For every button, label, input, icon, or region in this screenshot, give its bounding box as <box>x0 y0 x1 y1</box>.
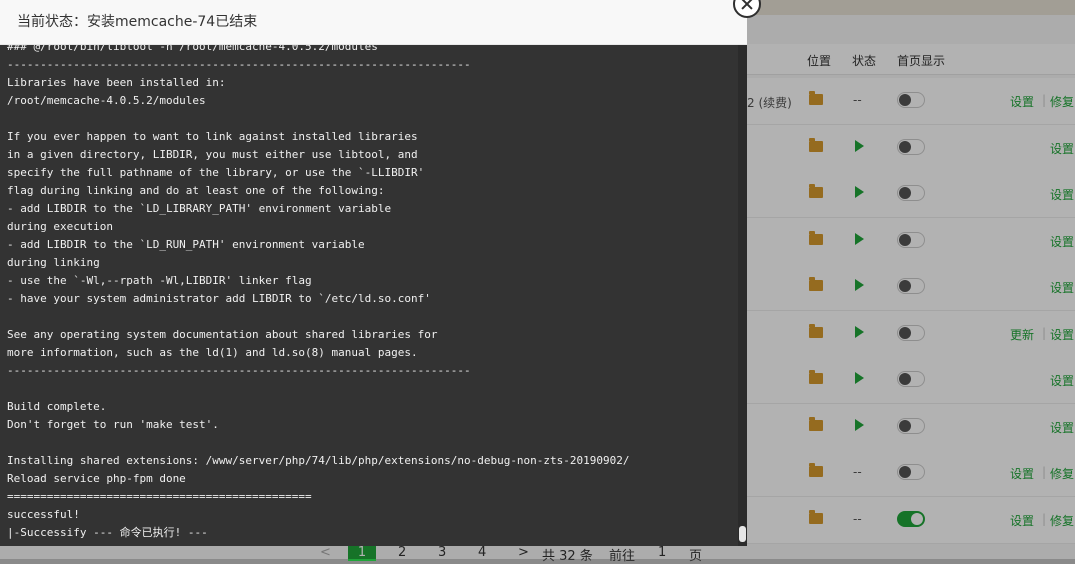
modal-title: 当前状态：安装memcache-74已结束 <box>0 0 747 45</box>
install-status-modal: 当前状态：安装memcache-74已结束 ### @/root/bin/lib… <box>0 0 747 546</box>
console-scrollbar[interactable] <box>738 45 747 546</box>
console-output: ### @/root/bin/libtool -n /root/memcache… <box>0 45 738 546</box>
scrollbar-thumb[interactable] <box>739 526 746 542</box>
console-log-text: ### @/root/bin/libtool -n /root/memcache… <box>7 45 630 539</box>
